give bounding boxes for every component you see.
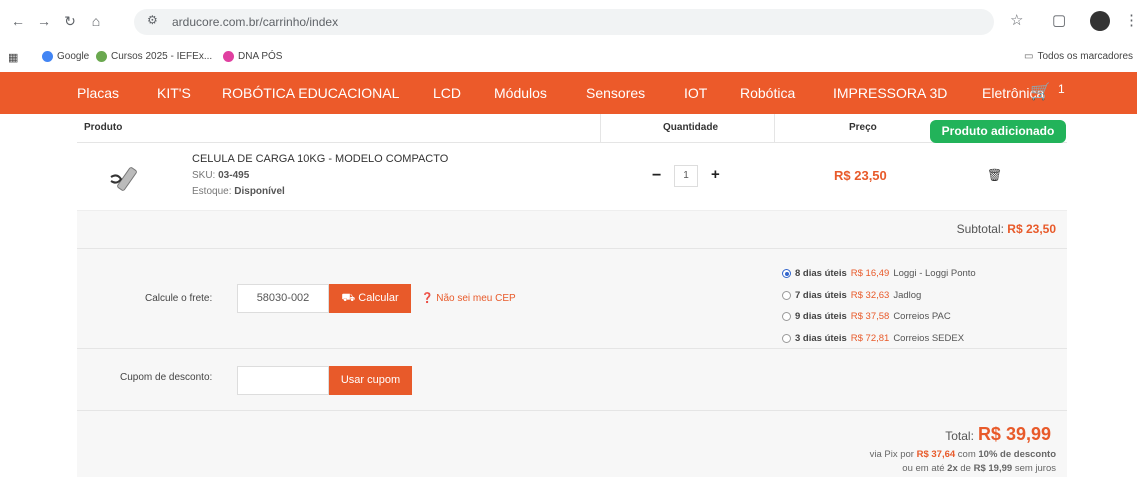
star-icon[interactable]: ☆ bbox=[1010, 11, 1023, 29]
apply-coupon-button[interactable]: Usar cupom bbox=[329, 366, 412, 395]
col-qty: Quantidade bbox=[663, 122, 719, 133]
shipping-option[interactable]: 9 dias úteis R$ 37,58 Correios PAC bbox=[782, 306, 976, 328]
home-icon[interactable]: ⌂ bbox=[86, 11, 106, 31]
nav-iot[interactable]: IOT bbox=[684, 85, 707, 101]
shipping-option[interactable]: 7 dias úteis R$ 32,63 Jadlog bbox=[782, 285, 976, 307]
qty-decrease-button[interactable]: − bbox=[652, 167, 661, 185]
extensions-icon[interactable]: ▢ bbox=[1052, 11, 1066, 29]
no-cep-link[interactable]: ❓ Não sei meu CEP bbox=[421, 293, 516, 304]
bookmark-cursos[interactable]: Cursos 2025 - IEFEx... bbox=[96, 51, 212, 62]
radio[interactable] bbox=[782, 290, 791, 300]
pix-price: via Pix por R$ 37,64 com 10% de desconto bbox=[869, 449, 1056, 460]
qty-input[interactable]: 1 bbox=[674, 165, 698, 187]
nav-placas[interactable]: Placas bbox=[77, 85, 119, 101]
coupon-label: Cupom de desconto: bbox=[120, 372, 213, 383]
site-info-icon[interactable]: ⚙ bbox=[147, 13, 158, 27]
avatar[interactable] bbox=[1090, 11, 1110, 31]
radio[interactable] bbox=[782, 333, 791, 343]
question-icon: ❓ bbox=[421, 293, 434, 304]
product-stock: Estoque: Disponível bbox=[192, 186, 285, 197]
cart-item-row: CELULA DE CARGA 10KG - MODELO COMPACTO S… bbox=[77, 143, 1067, 211]
shipping-option[interactable]: 8 dias úteis R$ 16,49 Loggi - Loggi Pont… bbox=[782, 263, 976, 285]
nav-robotica[interactable]: Robótica bbox=[740, 85, 795, 101]
trash-icon[interactable]: 🗑 bbox=[987, 168, 1002, 182]
shipping-row: Calcule o frete: 58030-002 ⛟ Calcular ❓ … bbox=[77, 249, 1067, 349]
total-row: Total: R$ 39,99 via Pix por R$ 37,64 com … bbox=[77, 411, 1067, 477]
bookmark-google[interactable]: Google bbox=[42, 51, 89, 62]
radio[interactable] bbox=[782, 312, 791, 322]
col-product: Produto bbox=[84, 122, 123, 133]
divider bbox=[774, 114, 775, 143]
qty-increase-button[interactable]: + bbox=[711, 166, 720, 183]
coupon-row: Cupom de desconto: Usar cupom bbox=[77, 349, 1067, 411]
added-toast: Produto adicionado bbox=[930, 120, 1066, 143]
nav-modulos[interactable]: Módulos bbox=[494, 85, 547, 101]
dna-icon bbox=[223, 51, 234, 62]
google-icon bbox=[42, 51, 53, 62]
all-bookmarks[interactable]: ▭ Todos os marcadores bbox=[1024, 51, 1133, 62]
cart-count: 1 bbox=[1058, 82, 1065, 96]
cart-header: Produto Quantidade Preço Produto adicion… bbox=[77, 114, 1067, 143]
nav-lcd[interactable]: LCD bbox=[433, 85, 461, 101]
divider bbox=[600, 114, 601, 143]
subtotal: Subtotal: R$ 23,50 bbox=[956, 222, 1056, 236]
product-sku: SKU: 03-495 bbox=[192, 170, 250, 181]
folder-icon: ▭ bbox=[1024, 51, 1034, 62]
apps-icon[interactable]: ▦ bbox=[8, 51, 18, 64]
nav-impressora-3d[interactable]: IMPRESSORA 3D bbox=[833, 85, 947, 101]
shipping-option[interactable]: 3 dias úteis R$ 72,81 Correios SEDEX bbox=[782, 328, 976, 350]
nav-kits[interactable]: KIT'S bbox=[157, 85, 191, 101]
menu-icon[interactable]: ⋮ bbox=[1124, 11, 1137, 29]
browser-toolbar: ← → ↻ ⌂ ⚙ arducore.com.br/carrinho/index… bbox=[0, 0, 1137, 42]
cart: Produto Quantidade Preço Produto adicion… bbox=[77, 114, 1067, 477]
url-text[interactable]: arducore.com.br/carrinho/index bbox=[172, 15, 338, 29]
bookmark-dna[interactable]: DNA PÓS bbox=[223, 51, 282, 62]
category-nav: Placas KIT'S ROBÓTICA EDUCACIONAL LCD Mó… bbox=[0, 72, 1137, 114]
cart-icon[interactable]: 🛒 bbox=[1030, 82, 1051, 102]
product-name[interactable]: CELULA DE CARGA 10KG - MODELO COMPACTO bbox=[192, 153, 448, 165]
forward-icon[interactable]: → bbox=[34, 11, 54, 31]
back-icon[interactable]: ← bbox=[8, 11, 28, 31]
bookmarks-bar: ▦ Google Cursos 2025 - IEFEx... DNA PÓS … bbox=[0, 42, 1137, 72]
nav-robotica-educacional[interactable]: ROBÓTICA EDUCACIONAL bbox=[222, 85, 399, 101]
nav-sensores[interactable]: Sensores bbox=[586, 85, 645, 101]
product-image[interactable] bbox=[107, 163, 147, 193]
coupon-input[interactable] bbox=[237, 366, 329, 395]
total: Total: R$ 39,99 bbox=[945, 424, 1051, 444]
col-price: Preço bbox=[849, 122, 877, 133]
shipping-label: Calcule o frete: bbox=[145, 293, 213, 304]
subtotal-row: Subtotal: R$ 23,50 bbox=[77, 211, 1067, 249]
installments: ou em até 2x de R$ 19,99 sem juros bbox=[902, 463, 1056, 474]
shipping-options: 8 dias úteis R$ 16,49 Loggi - Loggi Pont… bbox=[782, 263, 976, 349]
calculate-button[interactable]: ⛟ Calcular bbox=[329, 284, 411, 313]
product-price: R$ 23,50 bbox=[834, 168, 887, 183]
site-icon bbox=[96, 51, 107, 62]
cep-input[interactable]: 58030-002 bbox=[237, 284, 329, 313]
reload-icon[interactable]: ↻ bbox=[60, 11, 80, 31]
radio-selected[interactable] bbox=[782, 269, 791, 279]
truck-icon: ⛟ bbox=[341, 292, 356, 304]
